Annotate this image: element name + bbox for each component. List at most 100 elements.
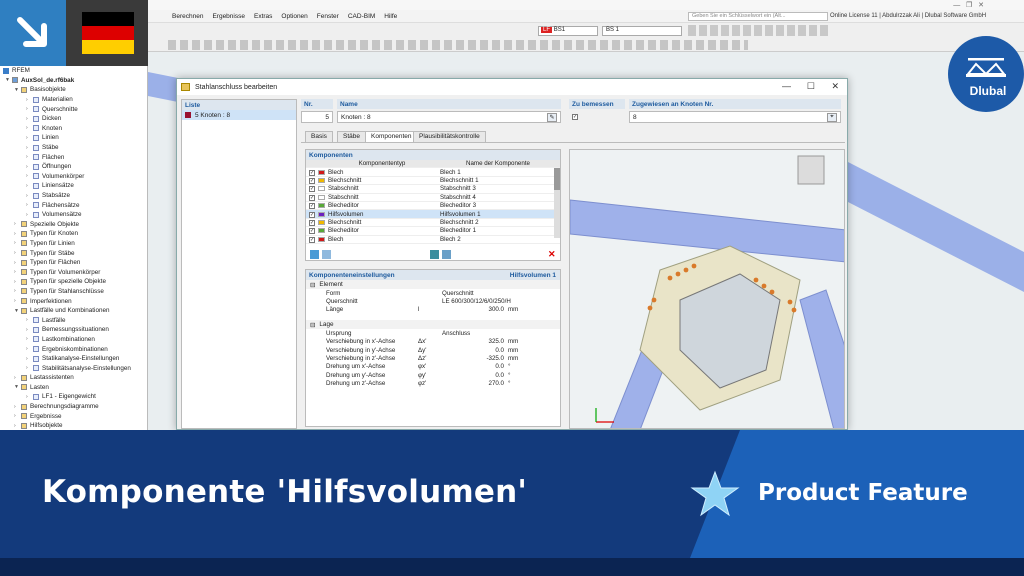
tree-item[interactable]: › Lastfälle: [0, 315, 147, 325]
tree-item[interactable]: › Stabsätze: [0, 191, 147, 201]
tree-item[interactable]: › Statikanalyse-Einstellungen: [0, 354, 147, 364]
search-input[interactable]: Geben Sie ein Schlüsselwort ein (Alt...: [688, 12, 828, 21]
tree-item[interactable]: › Typen für Linien: [0, 239, 147, 249]
expand-icon[interactable]: ›: [14, 404, 21, 410]
expand-icon[interactable]: ›: [26, 356, 33, 362]
expand-icon[interactable]: ›: [26, 164, 33, 170]
expand-icon[interactable]: ›: [14, 423, 21, 429]
tab-basis[interactable]: Basis: [305, 131, 333, 142]
toolbar-icons-row2[interactable]: [168, 40, 748, 50]
tree-item[interactable]: › Öffnungen: [0, 162, 147, 172]
tree-file[interactable]: ▼ AuxSol_de.rf6bak: [0, 76, 147, 86]
delete-icon[interactable]: ✕: [548, 250, 556, 259]
row-checkbox[interactable]: ✓: [309, 186, 315, 193]
expand-icon[interactable]: ›: [26, 365, 33, 371]
property-row[interactable]: Verschiebung in z'-Achse Δz' -325.0 mm: [306, 354, 560, 362]
tree-item[interactable]: › Materialien: [0, 95, 147, 105]
tree-root[interactable]: RFEM: [0, 66, 147, 76]
expand-icon[interactable]: ›: [26, 145, 33, 151]
expand-icon[interactable]: ›: [14, 279, 21, 285]
tab-staebe[interactable]: Stäbe: [337, 131, 366, 142]
table-row[interactable]: ✓ Blech Blech 2: [306, 236, 560, 244]
property-row[interactable]: Drehung um x'-Achse φx' 0.0 °: [306, 363, 560, 371]
expand-icon[interactable]: ›: [26, 183, 33, 189]
expand-icon[interactable]: ›: [14, 375, 21, 381]
expand-icon[interactable]: ▼: [14, 308, 21, 314]
property-row[interactable]: Verschiebung in y'-Achse Δy' 0.0 mm: [306, 346, 560, 354]
expand-icon[interactable]: ›: [26, 346, 33, 352]
table-row[interactable]: ✓ Blecheditor Blecheditor 1: [306, 227, 560, 236]
property-row[interactable]: Drehung um z'-Achse φz' 270.0 °: [306, 380, 560, 388]
minimize-icon[interactable]: —: [782, 81, 791, 91]
tree-item[interactable]: › Flächen: [0, 152, 147, 162]
connection-3d-preview[interactable]: [569, 149, 845, 429]
close-icon[interactable]: ✕: [831, 81, 839, 92]
expand-icon[interactable]: ▼: [14, 384, 21, 390]
expand-icon[interactable]: ›: [26, 327, 33, 333]
row-checkbox[interactable]: ✓: [309, 236, 315, 243]
expand-icon[interactable]: ›: [26, 106, 33, 112]
table-row[interactable]: ✓ Blechschnitt Blechschnitt 2: [306, 219, 560, 228]
tree-item[interactable]: › Spezielle Objekte: [0, 220, 147, 230]
expand-icon[interactable]: ›: [26, 212, 33, 218]
menu-item[interactable]: Hilfe: [384, 13, 397, 20]
tree-item[interactable]: › Stäbe: [0, 143, 147, 153]
table-row[interactable]: ✓ Hilfsvolumen Hilfsvolumen 1: [306, 210, 560, 219]
maximize-icon[interactable]: ☐: [807, 81, 815, 92]
tree-item[interactable]: ▼ Lasten: [0, 383, 147, 393]
expand-icon[interactable]: ›: [26, 336, 33, 342]
expand-icon[interactable]: ›: [14, 288, 21, 294]
library-icon[interactable]: [430, 250, 439, 259]
group-lage[interactable]: ⊟ Lage: [306, 320, 560, 330]
tree-item[interactable]: › Lastassistenten: [0, 373, 147, 383]
tree-item[interactable]: › Volumenkörper: [0, 172, 147, 182]
expand-icon[interactable]: ›: [26, 116, 33, 122]
expand-icon[interactable]: ›: [14, 260, 21, 266]
property-row[interactable]: Verschiebung in x'-Achse Δx' 325.0 mm: [306, 338, 560, 346]
expand-icon[interactable]: ›: [26, 154, 33, 160]
name-field[interactable]: Knoten : 8 ✎: [337, 111, 561, 123]
add-component-icon[interactable]: [310, 250, 319, 259]
menu-item[interactable]: CAD-BIM: [348, 13, 375, 20]
property-row[interactable]: Form Querschnitt: [306, 289, 560, 297]
tree-item[interactable]: › Stabilitätsanalyse-Einstellungen: [0, 363, 147, 373]
table-scrollbar[interactable]: [554, 168, 560, 238]
tree-item[interactable]: › Typen für Volumenkörper: [0, 267, 147, 277]
table-row[interactable]: ✓ Stabschnitt Stabschnitt 3: [306, 185, 560, 194]
edit-name-icon[interactable]: ✎: [547, 112, 557, 122]
tree-item[interactable]: › Typen für Stahlanschlüsse: [0, 287, 147, 297]
expand-icon[interactable]: ›: [14, 250, 21, 256]
tree-item[interactable]: › Knoten: [0, 124, 147, 134]
row-checkbox[interactable]: ✓: [309, 203, 315, 210]
tree-item[interactable]: › Typen für Knoten: [0, 229, 147, 239]
expand-icon[interactable]: ›: [26, 173, 33, 179]
table-row[interactable]: ✓ Blechschnitt Blechschnitt 1: [306, 177, 560, 186]
tree-item[interactable]: › Lastkombinationen: [0, 335, 147, 345]
tree-item[interactable]: › Imperfektionen: [0, 296, 147, 306]
row-checkbox[interactable]: ✓: [309, 211, 315, 218]
menu-item[interactable]: Fenster: [317, 13, 339, 20]
menu-item[interactable]: Ergebnisse: [212, 13, 245, 20]
tree-item[interactable]: › Ergebnisse: [0, 411, 147, 421]
tree-item[interactable]: › LF1 - Eigengewicht: [0, 392, 147, 402]
expand-icon[interactable]: ›: [26, 202, 33, 208]
list-item[interactable]: 5 Knoten : 8: [182, 110, 296, 120]
group-element[interactable]: ⊟ Element: [306, 280, 560, 289]
tab-plausibility[interactable]: Plausibilitätskontrolle: [413, 131, 486, 142]
row-checkbox[interactable]: ✓: [309, 169, 315, 176]
tree-item[interactable]: › Berechnungsdiagramme: [0, 402, 147, 412]
row-checkbox[interactable]: ✓: [309, 177, 315, 184]
expand-icon[interactable]: ›: [14, 298, 21, 304]
menu-item[interactable]: Optionen: [281, 13, 307, 20]
expand-icon[interactable]: ▼: [14, 87, 21, 93]
tree-item[interactable]: › Ergebniskombinationen: [0, 344, 147, 354]
design-checkbox[interactable]: ✓: [572, 114, 578, 120]
tree-item[interactable]: › Flächensätze: [0, 200, 147, 210]
load-case-name[interactable]: BS 1: [602, 26, 682, 36]
expand-icon[interactable]: ›: [26, 97, 33, 103]
property-row[interactable]: Ursprung Anschluss: [306, 329, 560, 337]
table-row[interactable]: ✓ Blecheditor Blecheditor 3: [306, 202, 560, 211]
tree-item[interactable]: › Typen für Stäbe: [0, 248, 147, 258]
window-controls[interactable]: — ❐ ✕: [953, 1, 984, 9]
tree-item[interactable]: › Typen für spezielle Objekte: [0, 277, 147, 287]
